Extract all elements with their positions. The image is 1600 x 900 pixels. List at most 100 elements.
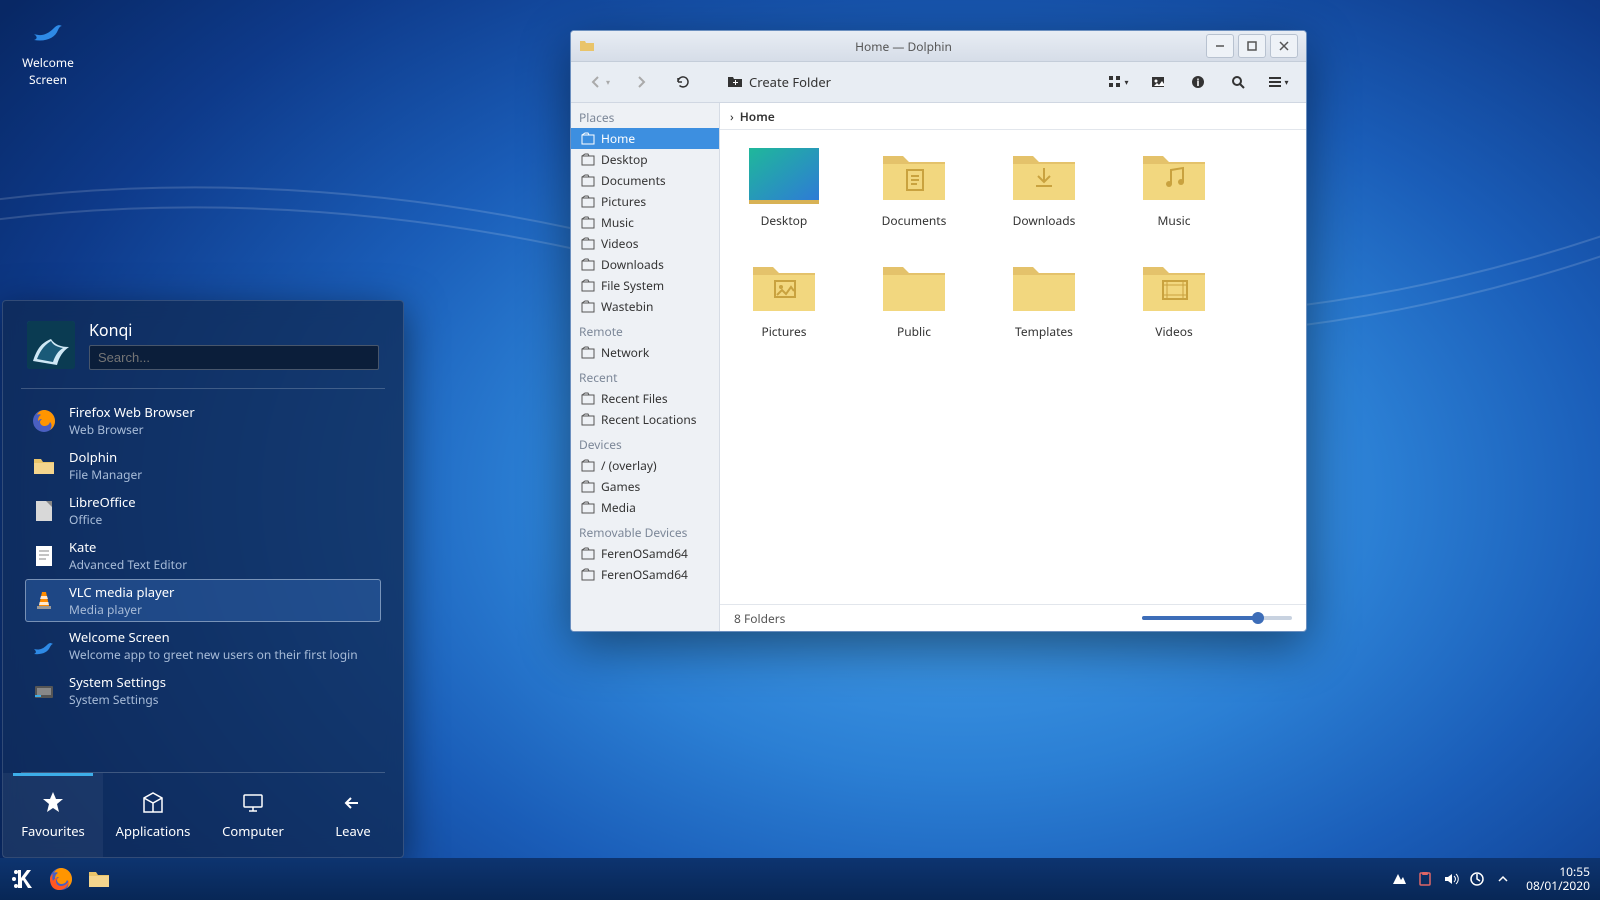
zoom-slider[interactable] [1142,616,1292,620]
desktop[interactable]: Welcome Screen Home — Dolphin ▾ Create F… [0,0,1600,900]
pictures-icon [581,195,595,209]
view-mode-button[interactable]: ▾ [1100,68,1136,96]
sidebar-item-games[interactable]: Games [571,476,719,497]
preview-button[interactable] [1140,68,1176,96]
minimize-button[interactable] [1206,34,1234,58]
forward-button[interactable] [623,68,659,96]
downloads-icon [581,258,595,272]
file-desktop[interactable]: Desktop [740,148,828,229]
folder-icon [1009,148,1079,204]
launcher-app-firefox-web-browser[interactable]: Firefox Web BrowserWeb Browser [25,399,381,442]
sidebar-item-label: Documents [601,172,666,189]
sidebar-item-home[interactable]: Home [571,128,719,149]
file-pictures[interactable]: Pictures [740,259,828,340]
drive-icon [581,459,595,473]
sidebar-item-downloads[interactable]: Downloads [571,254,719,275]
places-sidebar[interactable]: PlacesHomeDesktopDocumentsPicturesMusicV… [571,103,720,631]
desktop-icon [581,153,595,167]
launcher-app-dolphin[interactable]: DolphinFile Manager [25,444,381,487]
desktop-icon-welcome[interactable]: Welcome Screen [8,10,88,88]
start-button[interactable] [6,862,40,896]
drive-icon [581,501,595,515]
sidebar-item-wastebin[interactable]: Wastebin [571,296,719,317]
sidebar-item--overlay-[interactable]: / (overlay) [571,455,719,476]
app-subtitle: Office [69,511,136,528]
app-title: Kate [69,538,187,556]
clock-date: 08/01/2020 [1526,879,1590,893]
sidebar-item-label: FerenOSamd64 [601,545,688,562]
refresh-button[interactable] [665,68,701,96]
tray-expand-icon[interactable] [1494,870,1512,888]
firefox-icon [31,408,57,434]
videos-icon [581,237,595,251]
chevron-right-icon: › [730,108,734,125]
sidebar-item-recent-files[interactable]: Recent Files [571,388,719,409]
sidebar-item-pictures[interactable]: Pictures [571,191,719,212]
sidebar-item-documents[interactable]: Documents [571,170,719,191]
sidebar-item-media[interactable]: Media [571,497,719,518]
status-text: 8 Folders [734,610,785,627]
store-tray-icon[interactable] [1390,870,1408,888]
sidebar-item-recent-locations[interactable]: Recent Locations [571,409,719,430]
file-public[interactable]: Public [870,259,958,340]
clipboard-tray-icon[interactable] [1416,870,1434,888]
dolphin-window[interactable]: Home — Dolphin ▾ Create Folder ▾ i ▾ [570,30,1307,632]
sidebar-item-videos[interactable]: Videos [571,233,719,254]
menu-button[interactable]: ▾ [1260,68,1296,96]
sidebar-item-network[interactable]: Network [571,342,719,363]
taskbar[interactable]: 10:55 08/01/2020 [0,858,1600,900]
search-button[interactable] [1220,68,1256,96]
sidebar-item-file-system[interactable]: File System [571,275,719,296]
sidebar-item-ferenosamd64[interactable]: FerenOSamd64 [571,564,719,585]
app-subtitle: Advanced Text Editor [69,556,187,573]
file-view[interactable]: Desktop Documents Downloads Music Pictures Pu… [720,130,1306,604]
back-button[interactable]: ▾ [581,68,617,96]
search-input[interactable] [89,345,379,370]
file-music[interactable]: Music [1130,148,1218,229]
file-downloads[interactable]: Downloads [1000,148,1088,229]
app-title: LibreOffice [69,493,136,511]
launcher-tab-computer[interactable]: Computer [203,773,303,857]
folder-icon [86,866,112,892]
music-icon [581,216,595,230]
sidebar-item-label: Media [601,499,636,516]
sidebar-item-label: FerenOSamd64 [601,566,688,583]
launcher-app-vlc-media-player[interactable]: VLC media playerMedia player [25,579,381,622]
file-videos[interactable]: Videos [1130,259,1218,340]
tab-label: Leave [335,822,370,840]
folder-icon [1139,259,1209,315]
clock-folder-icon [581,413,595,427]
volume-tray-icon[interactable] [1442,870,1460,888]
close-button[interactable] [1270,34,1298,58]
sidebar-item-label: Music [601,214,634,231]
file-documents[interactable]: Documents [870,148,958,229]
notifications-tray-icon[interactable] [1468,870,1486,888]
launcher-app-libreoffice[interactable]: LibreOfficeOffice [25,489,381,532]
breadcrumb[interactable]: › Home [720,103,1306,130]
window-title: Home — Dolphin [603,38,1204,55]
app-title: Welcome Screen [69,628,358,646]
launcher-tab-leave[interactable]: Leave [303,773,403,857]
taskbar-firefox[interactable] [44,862,78,896]
create-folder-button[interactable]: Create Folder [723,68,835,96]
breadcrumb-home[interactable]: Home [740,108,775,125]
sidebar-item-label: Games [601,478,640,495]
titlebar[interactable]: Home — Dolphin [571,31,1306,62]
user-avatar[interactable] [27,321,75,369]
file-templates[interactable]: Templates [1000,259,1088,340]
taskbar-clock[interactable]: 10:55 08/01/2020 [1526,865,1590,894]
launcher-app-system-settings[interactable]: System SettingsSystem Settings [25,669,381,712]
launcher-tab-favourites[interactable]: Favourites [3,773,103,857]
taskbar-files[interactable] [82,862,116,896]
application-launcher[interactable]: Konqi Firefox Web BrowserWeb BrowserDolp… [2,300,404,858]
info-button[interactable]: i [1180,68,1216,96]
maximize-button[interactable] [1238,34,1266,58]
sidebar-item-ferenosamd64[interactable]: FerenOSamd64 [571,543,719,564]
sidebar-section-header: Removable Devices [571,518,719,543]
sidebar-item-music[interactable]: Music [571,212,719,233]
launcher-tab-applications[interactable]: Applications [103,773,203,857]
launcher-app-kate[interactable]: KateAdvanced Text Editor [25,534,381,577]
file-label: Music [1130,212,1218,229]
sidebar-item-desktop[interactable]: Desktop [571,149,719,170]
launcher-app-welcome-screen[interactable]: Welcome ScreenWelcome app to greet new u… [25,624,381,667]
